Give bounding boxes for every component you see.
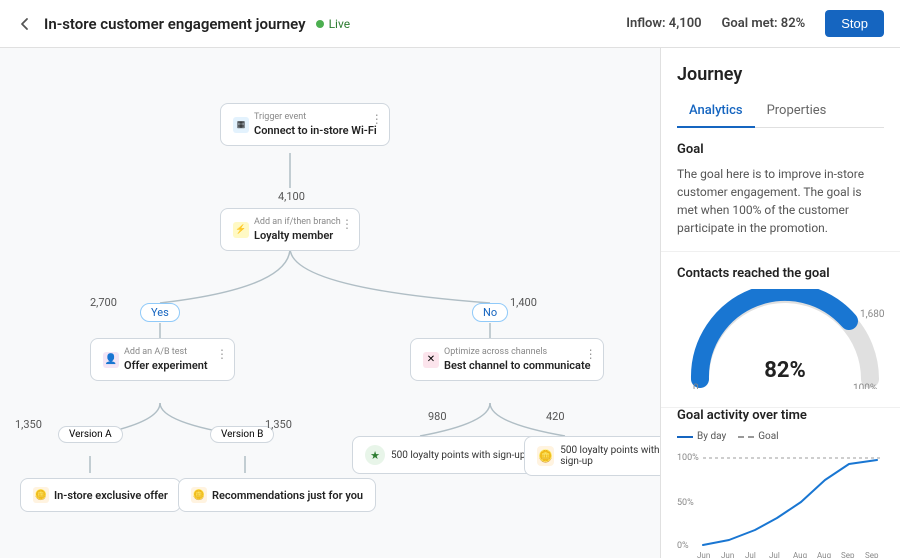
svg-text:100%: 100% (677, 453, 699, 463)
optimize-label: Optimize across channels (444, 347, 591, 357)
no-count: 1,400 (510, 296, 537, 309)
svg-text:0: 0 (693, 383, 699, 389)
branch-label: Add an if/then branch (254, 217, 341, 227)
loyalty-2-label: 500 loyalty points with sign-up (560, 445, 660, 467)
yes-badge: Yes (140, 303, 180, 322)
svg-text:Jun: Jun (697, 551, 710, 558)
green-circle-icon: ★ (365, 445, 385, 465)
live-badge: Live (316, 17, 350, 31)
live-label: Live (329, 17, 350, 31)
loyalty-1-label: 500 loyalty points with sign-up (391, 450, 525, 461)
legend-goal-line (738, 436, 754, 438)
activity-section: Goal activity over time By day Goal 100%… (661, 408, 900, 558)
header: In-store customer engagement journey Liv… (0, 0, 900, 48)
svg-text:Aug: Aug (793, 551, 807, 558)
loyalty-icon: 🪙 (537, 446, 554, 466)
offer-a-node: 🪙 In-store exclusive offer (20, 478, 181, 512)
svg-text:0%: 0% (677, 541, 689, 551)
goal-value: 82% (781, 16, 805, 31)
chart-wrap: 100% 50% 0% Jun 15 Jun 30 Jul 15 Jul 30 (677, 450, 884, 558)
svg-text:50%: 50% (677, 498, 694, 508)
ab-menu-icon[interactable]: ⋮ (216, 347, 228, 361)
right-panel: Journey Analytics Properties Goal The go… (660, 48, 900, 558)
offer-a-title: In-store exclusive offer (54, 489, 168, 502)
svg-text:100%: 100% (853, 383, 877, 389)
branch-title: Loyalty member (254, 229, 341, 242)
inflow-value: 4,100 (669, 16, 702, 31)
legend-by-day-label: By day (697, 431, 726, 442)
ab-test-node: 👤 Add an A/B test Offer experiment ⋮ (90, 338, 235, 381)
activity-title: Goal activity over time (677, 408, 884, 423)
tab-properties[interactable]: Properties (755, 95, 839, 128)
yes-count: 2,700 (90, 296, 117, 309)
activity-chart-svg: 100% 50% 0% Jun 15 Jun 30 Jul 15 Jul 30 (677, 450, 885, 558)
goal-label: Goal met: (722, 16, 778, 31)
contacts-section: Contacts reached the goal 82% 0 100% 1,6… (661, 252, 900, 408)
count-1350b: 1,350 (265, 418, 292, 431)
svg-text:82%: 82% (764, 358, 806, 383)
loyalty-node-2: 🪙 500 loyalty points with sign-up (524, 436, 660, 476)
count-980: 980 (428, 410, 447, 423)
ab-title: Offer experiment (124, 359, 208, 372)
offer-b-title: Recommendations just for you (212, 489, 363, 502)
svg-text:Jun: Jun (721, 551, 734, 558)
gauge-svg: 82% 0 100% 1,680 (685, 289, 885, 389)
loyalty-node-1: ★ 500 loyalty points with sign-up (352, 436, 538, 474)
legend-by-day: By day (677, 431, 726, 442)
count-4100: 4,100 (278, 190, 305, 203)
legend-goal-label: Goal (758, 431, 778, 442)
svg-text:Sep: Sep (841, 551, 855, 558)
ab-label: Add an A/B test (124, 347, 208, 357)
page-title: In-store customer engagement journey (44, 15, 306, 33)
goal-text: The goal here is to improve in-store cus… (677, 165, 884, 237)
header-right: Inflow: 4,100 Goal met: 82% Stop (626, 10, 884, 37)
goal-section: Goal The goal here is to improve in-stor… (661, 128, 900, 252)
panel-title: Journey (677, 64, 884, 85)
inflow-stat: Inflow: 4,100 (626, 16, 701, 31)
goal-title: Goal (677, 142, 884, 157)
inflow-label: Inflow: (626, 16, 665, 31)
tabs: Analytics Properties (677, 95, 884, 128)
trigger-label: Trigger event (254, 112, 377, 122)
svg-text:1,680: 1,680 (860, 309, 885, 320)
offer-b-node: 🪙 Recommendations just for you (178, 478, 376, 512)
goal-stat: Goal met: 82% (722, 16, 806, 31)
svg-text:Jul: Jul (769, 551, 780, 558)
live-dot-icon (316, 20, 324, 28)
legend-goal: Goal (738, 431, 778, 442)
trigger-node: ▦ Trigger event Connect to in-store Wi-F… (220, 103, 390, 146)
trigger-menu-icon[interactable]: ⋮ (371, 112, 383, 126)
optimize-node: ✕ Optimize across channels Best channel … (410, 338, 604, 381)
journey-canvas: ▦ Trigger event Connect to in-store Wi-F… (0, 48, 660, 558)
version-a-badge: Version A (58, 426, 123, 443)
count-1350a: 1,350 (15, 418, 42, 431)
trigger-title: Connect to in-store Wi-Fi (254, 124, 377, 137)
branch-node: ⚡ Add an if/then branch Loyalty member ⋮ (220, 208, 360, 251)
header-left: In-store customer engagement journey Liv… (16, 15, 614, 33)
optimize-menu-icon[interactable]: ⋮ (585, 347, 597, 361)
panel-header: Journey Analytics Properties (661, 48, 900, 128)
svg-text:Aug: Aug (817, 551, 831, 558)
tab-analytics[interactable]: Analytics (677, 95, 755, 128)
main-content: ▦ Trigger event Connect to in-store Wi-F… (0, 48, 900, 558)
legend-by-day-line (677, 436, 693, 438)
count-420: 420 (546, 410, 565, 423)
contacts-title: Contacts reached the goal (677, 266, 884, 281)
svg-text:Jul: Jul (745, 551, 756, 558)
no-badge: No (472, 303, 508, 322)
chart-legend: By day Goal (677, 431, 884, 442)
branch-menu-icon[interactable]: ⋮ (341, 217, 353, 231)
stop-button[interactable]: Stop (825, 10, 884, 37)
optimize-title: Best channel to communicate (444, 359, 591, 372)
back-button[interactable] (16, 15, 34, 33)
svg-text:Sep: Sep (865, 551, 879, 558)
